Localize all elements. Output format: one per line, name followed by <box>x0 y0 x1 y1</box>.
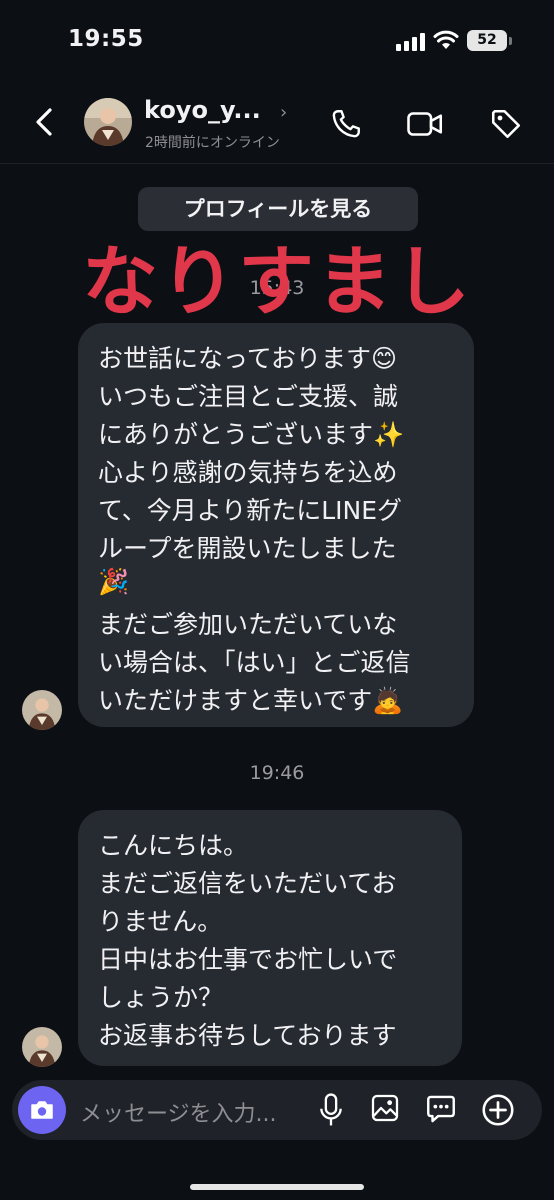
plus-icon[interactable] <box>480 1092 516 1128</box>
sender-avatar[interactable] <box>22 1027 62 1067</box>
chevron-right-icon[interactable]: › <box>280 102 287 123</box>
online-status: 2時間前にオンライン <box>145 135 280 151</box>
video-camera-icon[interactable] <box>405 106 445 142</box>
message-line: いつもご注目とご支援、誠 <box>98 382 399 411</box>
message-composer: メッセージを入力... <box>12 1080 542 1140</box>
header-divider <box>0 163 554 164</box>
sender-avatar[interactable] <box>22 690 62 730</box>
message-input[interactable]: メッセージを入力... <box>80 1096 277 1128</box>
tag-icon[interactable] <box>488 106 524 142</box>
message-line: まだご返信をいただいてお <box>98 869 397 898</box>
cellular-signal-icon <box>396 33 426 51</box>
message-timestamp: 19:46 <box>249 762 305 784</box>
home-indicator <box>190 1184 364 1190</box>
battery-tip <box>509 37 512 45</box>
wifi-icon <box>433 30 459 49</box>
camera-icon <box>31 1101 53 1119</box>
message-bubble[interactable]: こんにちは。 まだご返信をいただいてお りません。 日中はお仕事でお忙しいで し… <box>78 810 462 1066</box>
message-line: ループを開設いたしました <box>98 534 397 563</box>
phone-icon[interactable] <box>328 106 364 142</box>
sticker-icon[interactable] <box>424 1092 458 1126</box>
message-line: 🎉 <box>98 567 130 596</box>
back-arrow-icon[interactable] <box>30 106 58 138</box>
message-line: しょうか？ <box>98 983 224 1012</box>
contact-name[interactable]: koyo_y... <box>144 96 261 124</box>
message-line: いただけますと幸いです🙇 <box>98 686 404 715</box>
message-line: りません。 <box>98 907 223 936</box>
message-line: こんにちは。 <box>98 831 249 860</box>
chat-header: koyo_y... › 2時間前にオンライン <box>0 88 554 160</box>
camera-button[interactable] <box>18 1086 66 1134</box>
battery-indicator: 52 <box>467 30 507 51</box>
message-line: お返事お待ちしております <box>98 1021 397 1050</box>
avatar[interactable] <box>84 98 132 146</box>
message-line: 心より感謝の気持ちを込め <box>98 458 398 487</box>
clock: 19:55 <box>68 26 144 52</box>
message-line: にありがとうございます✨ <box>98 420 405 449</box>
impersonation-label: なりすまし <box>82 237 472 326</box>
image-icon[interactable] <box>369 1092 401 1124</box>
microphone-icon[interactable] <box>318 1092 344 1128</box>
message-line: て、今月より新たにLINEグ <box>98 496 403 525</box>
message-line: い場合は、「はい」とご返信 <box>98 648 411 677</box>
message-line: まだご参加いただいていな <box>98 610 398 639</box>
status-bar: 19:55 52 <box>0 0 554 80</box>
message-line: 日中はお仕事でお忙しいで <box>98 945 398 974</box>
message-bubble[interactable]: お世話になっております😊 いつもご注目とご支援、誠 にありがとうございます✨ 心… <box>78 323 474 727</box>
message-line: お世話になっております😊 <box>98 344 398 373</box>
